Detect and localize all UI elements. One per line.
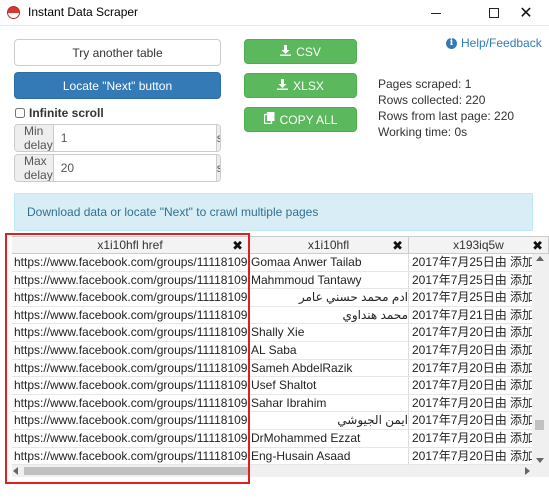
table-cell: https://www.facebook.com/groups/11118109…	[12, 271, 249, 290]
table-cell: 2017年7月25日由 添加	[409, 289, 549, 307]
help-feedback-link[interactable]: i Help/Feedback	[446, 36, 542, 50]
min-delay-unit: sec	[215, 125, 220, 151]
table-cell: Sameh AbdelRazik	[249, 359, 409, 378]
table-cell: 2017年7月20日由 添加	[409, 324, 549, 342]
table-cell: Sahar Ibrahim	[249, 394, 409, 413]
table-cell: 2017年7月20日由 添加	[409, 412, 549, 430]
min-delay-label: Min delay	[15, 125, 54, 151]
table-cell: Gomaa Anwer Tailab	[249, 254, 409, 272]
minimize-button[interactable]	[413, 0, 459, 26]
try-another-table-button[interactable]: Try another table	[14, 39, 221, 66]
table-cell: AL Saba	[249, 341, 409, 360]
xlsx-button[interactable]: XLSX	[244, 73, 357, 98]
working-time: Working time: 0s	[378, 125, 468, 139]
column-header[interactable]: x1i10hfl href ✖	[12, 237, 249, 254]
table-cell: Shally Xie	[249, 324, 409, 342]
title-bar: Instant Data Scraper ✕	[0, 0, 549, 26]
table-cell: https://www.facebook.com/groups/11118109…	[12, 377, 249, 395]
max-delay-label: Max delay	[15, 155, 54, 181]
table-cell: 2017年7月20日由 添加	[409, 394, 549, 413]
copy-all-label: COPY ALL	[279, 112, 338, 127]
infinite-scroll-label: Infinite scroll	[29, 106, 104, 120]
table-cell: ادم محمد حسني عامر	[249, 289, 409, 307]
column-header-label: x193iq5w	[453, 238, 504, 252]
infinite-scroll-checkbox[interactable]	[15, 108, 25, 118]
close-icon[interactable]: ✖	[392, 238, 403, 254]
table-cell: https://www.facebook.com/groups/11118109…	[12, 341, 249, 360]
column-header[interactable]: x1i10hfl ✖	[249, 237, 409, 254]
table-cell: Mahmmoud Tantawy	[249, 271, 409, 290]
table-cell: https://www.facebook.com/groups/11118109…	[12, 412, 249, 430]
info-alert: Download data or locate "Next" to crawl …	[14, 193, 533, 231]
table-cell: https://www.facebook.com/groups/11118109…	[12, 359, 249, 378]
locate-next-button[interactable]: Locate "Next" button	[14, 72, 221, 99]
table-cell: 2017年7月21日由 添加	[409, 306, 549, 325]
table-cell: 2017年7月25日由 添加	[409, 271, 549, 290]
close-icon: ✕	[519, 5, 533, 22]
scroll-right-icon[interactable]	[525, 467, 530, 475]
column-href: x1i10hfl href ✖ https://www.facebook.com…	[12, 237, 249, 466]
min-delay-input[interactable]	[53, 125, 216, 151]
min-delay-group: Min delay sec	[14, 124, 221, 152]
help-feedback-label: Help/Feedback	[461, 36, 542, 50]
max-delay-input[interactable]	[53, 155, 216, 181]
column-name: x1i10hfl ✖ Gomaa Anwer Tailab Mahmmoud Ta…	[249, 237, 409, 466]
copy-all-button[interactable]: COPY ALL	[244, 107, 357, 132]
table-cell: محمد هنداوي	[249, 306, 409, 325]
table-cell: 2017年7月20日由 添加	[409, 377, 549, 395]
max-delay-unit: sec	[215, 155, 220, 181]
data-table: x1i10hfl href ✖ https://www.facebook.com…	[12, 236, 549, 481]
close-icon[interactable]: ✖	[232, 238, 243, 254]
infinite-scroll-option[interactable]: Infinite scroll	[15, 106, 104, 120]
scrape-stats: Pages scraped: 1 Rows collected: 220 Row…	[378, 76, 514, 140]
download-icon	[280, 44, 292, 59]
table-cell: https://www.facebook.com/groups/11118109…	[12, 447, 249, 466]
rows-last-page: Rows from last page: 220	[378, 109, 515, 123]
vertical-scroll-thumb[interactable]	[535, 420, 544, 430]
window-title: Instant Data Scraper	[28, 5, 139, 19]
table-cell: 2017年7月20日由 添加	[409, 429, 549, 448]
minimize-icon	[431, 12, 441, 14]
table-cell: https://www.facebook.com/groups/11118109…	[12, 429, 249, 448]
table-cell: https://www.facebook.com/groups/11118109…	[12, 324, 249, 342]
column-header[interactable]: x193iq5w ✖	[409, 237, 549, 254]
info-circle-icon: i	[446, 37, 457, 49]
table-cell: Usef Shaltot	[249, 377, 409, 395]
horizontal-scrollbar[interactable]	[12, 465, 532, 477]
table-cell: DrMohammed Ezzat	[249, 429, 409, 448]
maximize-icon	[489, 8, 499, 18]
table-cell: 2017年7月25日由 添加	[409, 254, 549, 272]
scroll-down-icon[interactable]	[536, 458, 544, 463]
column-header-label: x1i10hfl href	[97, 238, 163, 252]
horizontal-scroll-thumb[interactable]	[24, 467, 250, 475]
table-cell: 2017年7月20日由 添加	[409, 359, 549, 378]
download-icon	[277, 78, 289, 93]
table-cell: https://www.facebook.com/groups/11118109…	[12, 289, 249, 307]
table-cell: 2017年7月20日由 添加	[409, 447, 549, 466]
table-cell: https://www.facebook.com/groups/11118109…	[12, 254, 249, 272]
column-header-label: x1i10hfl	[307, 238, 350, 252]
csv-button[interactable]: CSV	[244, 39, 357, 64]
table-cell: https://www.facebook.com/groups/11118109…	[12, 306, 249, 325]
max-delay-group: Max delay sec	[14, 154, 221, 182]
table-cell: Eng-Husain Asaad	[249, 447, 409, 466]
table-cell: https://www.facebook.com/groups/11118109…	[12, 394, 249, 413]
app-logo-icon	[7, 6, 20, 19]
close-icon[interactable]: ✖	[532, 238, 543, 254]
scroll-up-icon[interactable]	[536, 256, 544, 261]
rows-collected: Rows collected: 220	[378, 93, 486, 107]
vertical-scrollbar[interactable]	[532, 254, 549, 477]
scroll-left-icon[interactable]	[13, 467, 18, 475]
csv-label: CSV	[296, 44, 321, 59]
copy-icon	[263, 112, 275, 127]
pages-scraped: Pages scraped: 1	[378, 77, 472, 91]
table-cell: 2017年7月20日由 添加	[409, 341, 549, 360]
xlsx-label: XLSX	[293, 78, 324, 93]
table-cell: ايمن الجيوشي	[249, 412, 409, 430]
close-window-button[interactable]: ✕	[503, 0, 549, 26]
column-date: x193iq5w ✖ 2017年7月25日由 添加 2017年7月25日由 添加 2…	[409, 237, 549, 466]
